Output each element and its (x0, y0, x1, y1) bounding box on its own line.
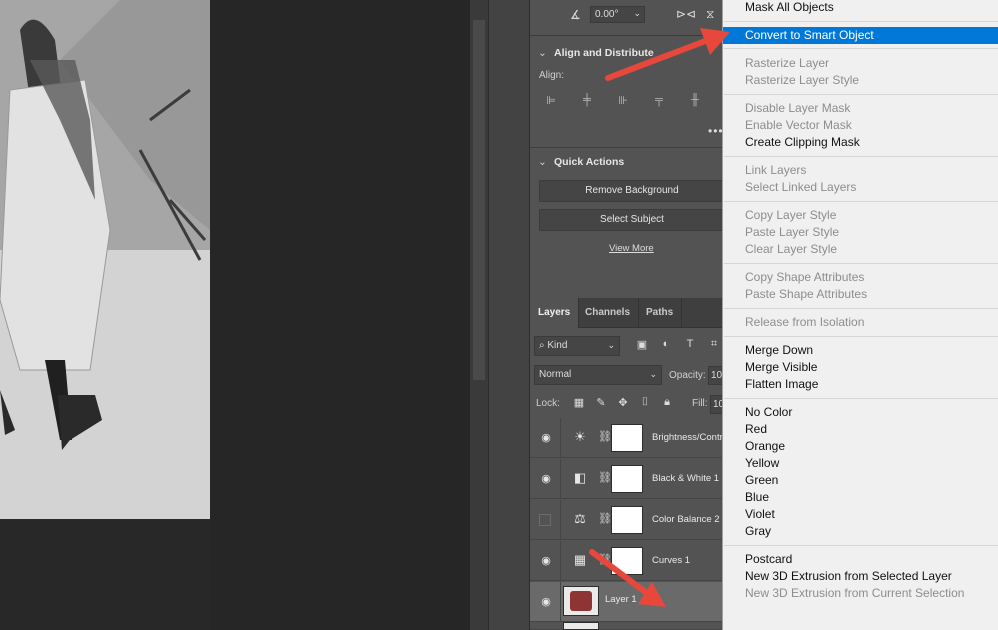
annotation-arrows (589, 28, 730, 607)
arrow-to-layer-1 (589, 549, 666, 607)
arrow-to-convert-smart-object (605, 28, 730, 81)
photoshop-window: ∡ 0.00° ⌄ ⊳⊲ ⧖ ⌄ Align and Distribute Ali… (0, 0, 998, 630)
